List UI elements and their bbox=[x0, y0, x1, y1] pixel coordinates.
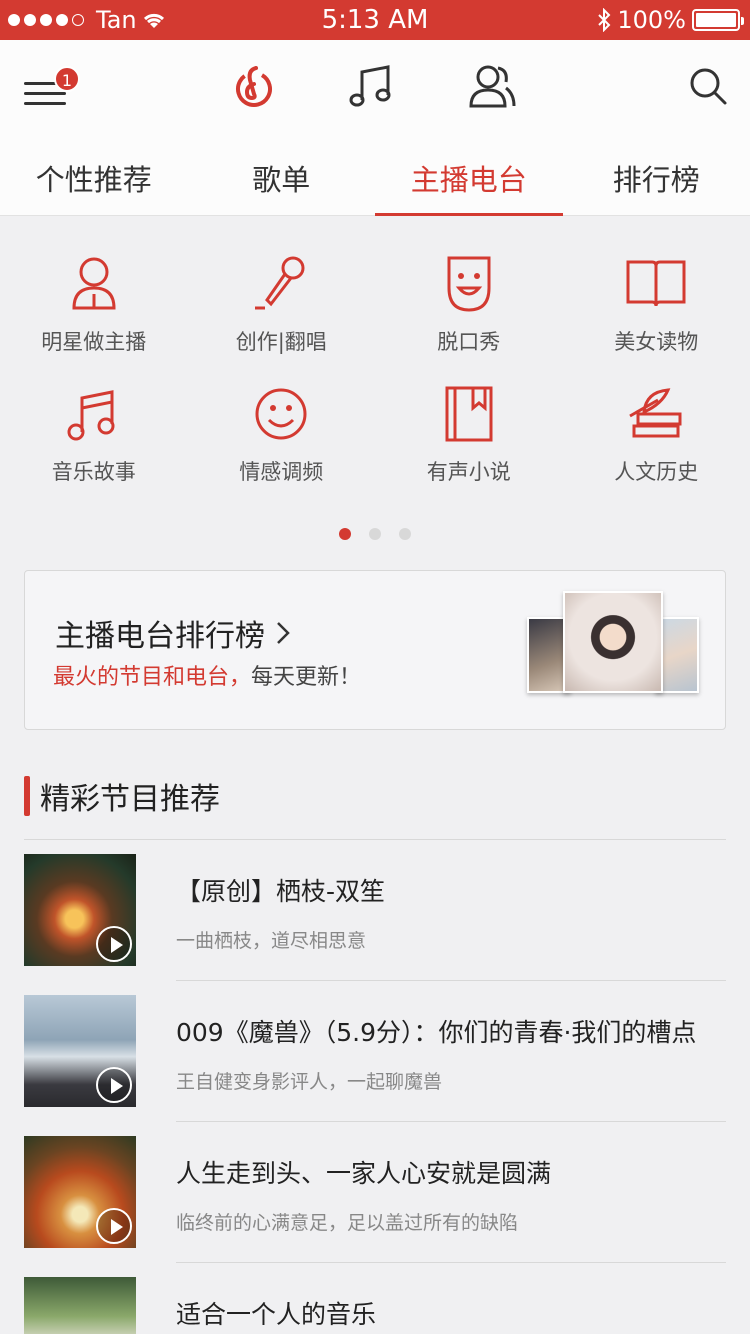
section-marker bbox=[24, 776, 30, 816]
page-dot[interactable] bbox=[339, 528, 351, 540]
program-description: 临终前的心满意足，足以盖过所有的缺陷 bbox=[176, 1212, 519, 1234]
category-reading[interactable]: 美女读物 bbox=[563, 240, 750, 354]
page-dot[interactable] bbox=[369, 528, 381, 540]
play-icon[interactable] bbox=[96, 1067, 132, 1103]
notification-badge: 1 bbox=[54, 66, 80, 92]
tab-charts[interactable]: 排行榜 bbox=[563, 132, 750, 216]
mask-icon bbox=[447, 256, 491, 312]
category-music-story[interactable]: 音乐故事 bbox=[0, 370, 188, 484]
music-icon[interactable] bbox=[348, 62, 396, 110]
section-title: 精彩节目推荐 bbox=[40, 782, 220, 817]
category-history[interactable]: 人文历史 bbox=[563, 370, 750, 484]
banner-thumbnails bbox=[527, 591, 699, 701]
top-nav: 1 bbox=[0, 40, 750, 132]
banner-title: 主播电台排行榜 bbox=[55, 611, 291, 655]
category-create-cover[interactable]: 创作|翻唱 bbox=[188, 240, 376, 354]
status-bar: Tan 5:13 AM 100% bbox=[0, 0, 750, 40]
search-icon[interactable] bbox=[688, 66, 728, 106]
category-label: 有声小说 bbox=[426, 460, 511, 484]
category-label: 音乐故事 bbox=[51, 460, 136, 484]
program-item[interactable]: 【原创】栖枝-双笙 一曲栖枝，道尽相思意 bbox=[24, 854, 750, 966]
open-book-icon bbox=[626, 260, 686, 307]
category-audio-novel[interactable]: 有声小说 bbox=[375, 370, 563, 484]
play-icon[interactable] bbox=[96, 1208, 132, 1244]
divider bbox=[24, 839, 726, 840]
category-grid: 明星做主播 创作|翻唱 脱口秀 美女读物 音乐故事 情感调频 有声小说 人文历史 bbox=[0, 240, 750, 484]
tab-radio[interactable]: 主播电台 bbox=[375, 132, 563, 216]
program-title: 人生走到头、一家人心安就是圆满 bbox=[176, 1159, 552, 1188]
smiley-icon bbox=[255, 388, 307, 440]
page-indicator bbox=[0, 528, 750, 540]
netease-music-logo-icon[interactable] bbox=[230, 62, 278, 110]
friends-icon[interactable] bbox=[468, 62, 516, 110]
program-cover bbox=[24, 995, 136, 1107]
program-description: 王自健变身影评人，一起聊魔兽 bbox=[176, 1071, 443, 1093]
program-item[interactable]: 009《魔兽》（5.9分）：你们的青春·我们的槽点 王自健变身影评人，一起聊魔兽 bbox=[24, 995, 750, 1107]
divider bbox=[176, 1262, 726, 1263]
category-label: 明星做主播 bbox=[41, 330, 147, 354]
page-dot[interactable] bbox=[399, 528, 411, 540]
program-cover bbox=[24, 854, 136, 966]
banner-subtitle: 最火的节目和电台，每天更新！ bbox=[53, 665, 362, 690]
category-label: 美女读物 bbox=[614, 330, 699, 354]
menu-button[interactable]: 1 bbox=[24, 66, 80, 112]
category-star-host[interactable]: 明星做主播 bbox=[0, 240, 188, 354]
program-title: 009《魔兽》（5.9分）：你们的青春·我们的槽点 bbox=[176, 1018, 697, 1047]
tab-bar: 个性推荐 歌单 主播电台 排行榜 bbox=[0, 132, 750, 216]
category-talk-show[interactable]: 脱口秀 bbox=[375, 240, 563, 354]
program-item[interactable]: 人生走到头、一家人心安就是圆满 临终前的心满意足，足以盖过所有的缺陷 bbox=[24, 1136, 750, 1248]
star-host-icon bbox=[72, 257, 116, 310]
section-header: 精彩节目推荐 bbox=[24, 776, 220, 817]
category-label: 人文历史 bbox=[614, 460, 699, 484]
program-item[interactable]: 适合一个人的音乐 bbox=[24, 1277, 750, 1334]
category-emotion[interactable]: 情感调频 bbox=[188, 370, 376, 484]
divider bbox=[176, 980, 726, 981]
music-note-icon bbox=[67, 390, 115, 441]
category-label: 创作|翻唱 bbox=[235, 330, 327, 354]
bluetooth-icon bbox=[598, 8, 611, 32]
category-label: 情感调频 bbox=[239, 460, 324, 484]
tab-playlists[interactable]: 歌单 bbox=[188, 132, 376, 216]
books-stack-icon bbox=[629, 388, 682, 438]
microphone-icon bbox=[255, 256, 305, 310]
program-title: 适合一个人的音乐 bbox=[176, 1300, 377, 1329]
battery-icon bbox=[692, 9, 744, 31]
bookmark-book-icon bbox=[445, 386, 493, 442]
tab-personal-recommend[interactable]: 个性推荐 bbox=[0, 132, 188, 216]
category-label: 脱口秀 bbox=[437, 330, 501, 354]
program-cover bbox=[24, 1277, 136, 1334]
divider bbox=[176, 1121, 726, 1122]
radio-ranking-banner[interactable]: 主播电台排行榜 最火的节目和电台，每天更新！ bbox=[24, 570, 726, 730]
host-photo bbox=[563, 591, 663, 693]
battery-percent: 100% bbox=[617, 6, 686, 34]
play-icon[interactable] bbox=[96, 926, 132, 962]
chevron-right-icon bbox=[277, 622, 290, 644]
program-cover bbox=[24, 1136, 136, 1248]
program-description: 一曲栖枝，道尽相思意 bbox=[176, 930, 367, 952]
program-title: 【原创】栖枝-双笙 bbox=[176, 877, 386, 906]
